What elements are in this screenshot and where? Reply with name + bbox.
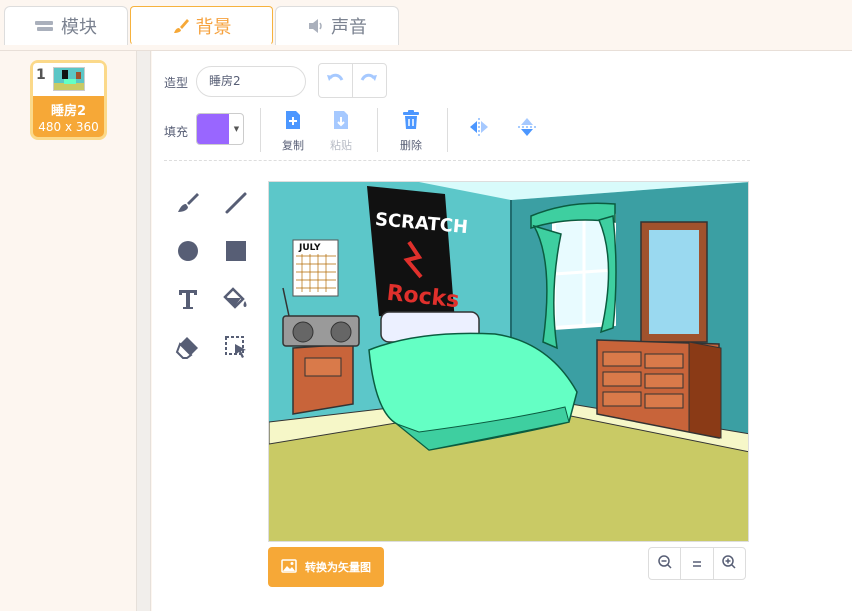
select-tool[interactable]	[220, 333, 252, 365]
rectangle-tool[interactable]	[220, 237, 252, 269]
circle-icon	[175, 238, 201, 268]
eraser-tool[interactable]	[172, 333, 204, 365]
calendar-month: JULY	[298, 243, 321, 253]
toolbar-divider	[164, 160, 750, 161]
costume-name-label: 造型	[164, 76, 189, 90]
toolbar-separator	[260, 108, 261, 152]
delete-label: 删除	[400, 139, 422, 152]
zoom-out-button[interactable]	[649, 548, 682, 579]
eraser-icon	[175, 334, 201, 364]
tab-sounds[interactable]: 声音	[275, 6, 399, 45]
rectangle-icon	[223, 238, 249, 268]
costume-number: 1	[36, 67, 46, 83]
paste-button[interactable]: 粘贴	[326, 110, 356, 153]
fill-color-picker[interactable]: ▼	[196, 113, 244, 145]
paste-label: 粘贴	[330, 139, 352, 152]
redo-button[interactable]	[353, 64, 387, 97]
flip-vertical-icon	[518, 116, 536, 142]
costume-thumbnail	[53, 67, 85, 91]
fill-color-swatch	[197, 114, 229, 144]
paintbrush-icon	[172, 17, 190, 35]
circle-tool[interactable]	[172, 237, 204, 269]
redo-icon	[360, 71, 378, 90]
editor-tabs: 模块 背景 声音	[0, 0, 852, 50]
line-icon	[223, 190, 249, 220]
zoom-in-button[interactable]	[714, 548, 745, 579]
flip-vertical-button[interactable]	[511, 113, 543, 145]
brush-tool[interactable]	[172, 189, 204, 221]
image-icon	[281, 558, 297, 576]
drawing-canvas[interactable]: JULY SCRATCH Rocks	[268, 181, 749, 542]
equals-icon	[691, 554, 703, 573]
speaker-icon	[307, 18, 325, 34]
select-icon	[223, 334, 249, 364]
brush-icon	[175, 190, 201, 220]
text-icon	[175, 286, 201, 316]
tab-code[interactable]: 模块	[4, 6, 128, 45]
zoom-in-icon	[721, 554, 737, 574]
convert-to-vector-label: 转换为矢量图	[305, 561, 371, 574]
bedroom-backdrop-illustration: JULY SCRATCH Rocks	[269, 182, 748, 541]
zoom-reset-button[interactable]	[681, 548, 714, 579]
tab-sounds-label: 声音	[331, 17, 367, 38]
costume-size: 480 x 360	[38, 120, 99, 134]
undo-button[interactable]	[319, 64, 353, 97]
copy-button[interactable]: 复制	[278, 110, 308, 153]
caret-down-icon: ▼	[233, 125, 240, 133]
costume-list-scrollbar[interactable]	[136, 51, 151, 611]
paint-bucket-icon	[223, 286, 249, 316]
copy-icon	[284, 110, 302, 133]
blocks-icon	[35, 19, 55, 33]
tab-backdrops[interactable]: 背景	[130, 6, 273, 45]
costume-name: 睡房2	[50, 104, 87, 119]
flip-horizontal-icon	[468, 118, 490, 140]
zoom-out-icon	[657, 554, 673, 574]
toolbar-separator	[447, 108, 448, 152]
copy-label: 复制	[282, 139, 304, 152]
trash-icon	[402, 110, 420, 133]
fill-label: 填充	[164, 125, 189, 139]
toolbar-separator	[377, 108, 378, 152]
tab-code-label: 模块	[61, 17, 97, 38]
delete-button[interactable]: 删除	[396, 110, 426, 153]
convert-to-vector-button[interactable]: 转换为矢量图	[268, 547, 384, 587]
line-tool[interactable]	[220, 189, 252, 221]
flip-horizontal-button[interactable]	[463, 113, 495, 145]
costume-name-input[interactable]: 睡房2	[196, 66, 306, 97]
zoom-controls	[648, 547, 746, 580]
fill-tool[interactable]	[220, 285, 252, 317]
tab-backdrops-label: 背景	[195, 16, 232, 38]
undo-icon	[326, 71, 344, 90]
paste-icon	[332, 110, 350, 133]
undo-redo-group	[318, 63, 387, 98]
text-tool[interactable]	[172, 285, 204, 317]
costume-item[interactable]: 1 睡房2 480 x 360	[30, 60, 107, 140]
